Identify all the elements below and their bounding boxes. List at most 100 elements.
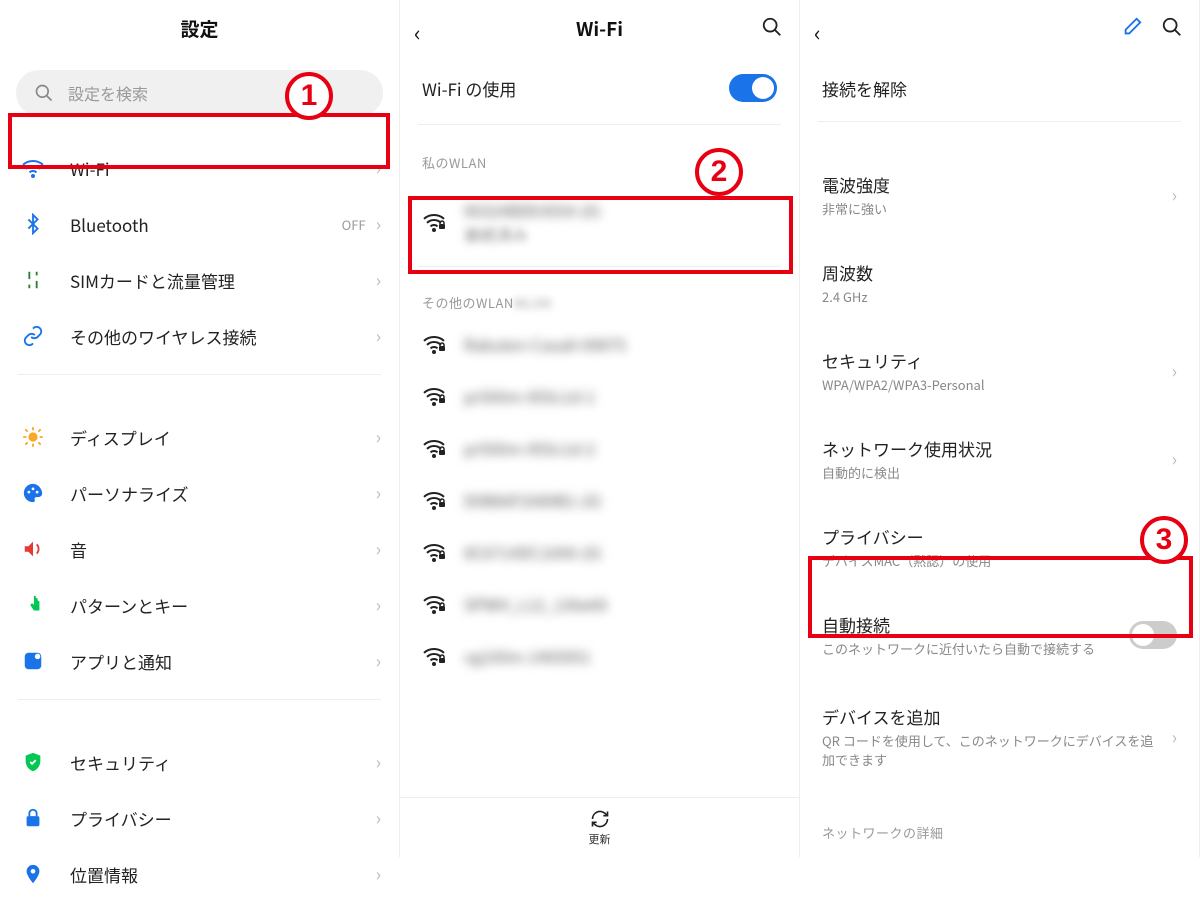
location-icon [18, 863, 48, 885]
chevron-right-icon: › [1172, 446, 1177, 472]
other-network-row[interactable]: pr500m-955c1d-1 [400, 370, 799, 422]
other-network-row[interactable]: vg100m-1465951 [400, 630, 799, 682]
wifi-lock-icon [422, 384, 448, 408]
row-label: パーソナライズ [70, 481, 376, 506]
other-network-ssid: 8C6714DC10A9-2G [464, 540, 777, 564]
row-wifi[interactable]: Wi-Fi › [0, 140, 399, 196]
add-device-row[interactable]: デバイスを追加 QR コードを使用して、このネットワークにデバイスを追加できます… [800, 690, 1199, 783]
row-bluetooth[interactable]: Bluetooth OFF › [0, 196, 399, 252]
row-personalize[interactable]: パーソナライズ › [0, 465, 399, 521]
other-network-row[interactable]: pr500m-955c1d-2 [400, 422, 799, 474]
detail-header: ‹ [800, 0, 1199, 56]
row-pattern-key[interactable]: パターンとキー › [0, 577, 399, 633]
signal-row[interactable]: 電波強度 非常に強い › [800, 158, 1199, 232]
autoconnect-desc: このネットワークに近付いたら自動で接続する [822, 639, 1117, 658]
settings-title: 設定 [180, 15, 218, 42]
lock-icon [18, 807, 48, 829]
use-wifi-label: Wi-Fi の使用 [422, 76, 516, 101]
settings-search-input[interactable] [68, 81, 365, 105]
other-network-ssid: Rakuten-Casa8-09875 [464, 332, 777, 356]
disconnect-label: 接続を解除 [822, 76, 907, 101]
wifi-icon [18, 156, 48, 180]
hand-icon [18, 594, 48, 616]
bluetooth-icon [18, 213, 48, 235]
autoconnect-toggle[interactable] [1129, 621, 1177, 649]
row-label: SIMカードと流量管理 [70, 268, 376, 293]
autoconnect-row[interactable]: 自動接続 このネットワークに近付いたら自動で接続する [800, 598, 1199, 672]
refresh-button[interactable]: 更新 [400, 797, 799, 857]
my-network-ssid: 90324BDE4554-2G [464, 198, 777, 222]
use-wifi-toggle[interactable] [729, 74, 777, 102]
freq-row[interactable]: 周波数 2.4 GHz [800, 246, 1199, 320]
chevron-right-icon: › [376, 267, 381, 293]
network-detail-header: ネットワークの詳細 [800, 813, 1199, 848]
separator [418, 266, 781, 267]
other-network-ssid: D0B66F2089B1-2G [464, 488, 777, 512]
row-security[interactable]: セキュリティ › [0, 734, 399, 790]
use-wifi-row[interactable]: Wi-Fi の使用 [400, 56, 799, 124]
back-icon[interactable]: ‹ [814, 16, 821, 48]
row-other-wireless[interactable]: その他のワイヤレス接続 › [0, 308, 399, 364]
row-apps-notify[interactable]: アプリと通知 › [0, 633, 399, 689]
other-network-row[interactable]: Rakuten-Casa8-09875 [400, 318, 799, 370]
chevron-right-icon: › [376, 648, 381, 674]
settings-header: 設定 [0, 0, 399, 56]
edit-icon[interactable] [1121, 16, 1143, 38]
chevron-right-icon: › [376, 424, 381, 450]
back-icon[interactable]: ‹ [414, 16, 421, 48]
signal-value: 非常に強い [822, 199, 1172, 218]
row-label: 位置情報 [70, 862, 376, 887]
chevron-right-icon: › [376, 592, 381, 618]
shield-icon [18, 751, 48, 773]
separator [18, 374, 381, 375]
refresh-label: 更新 [589, 831, 611, 847]
chevron-right-icon: › [376, 536, 381, 562]
settings-search-box[interactable] [16, 70, 383, 116]
chevron-right-icon: › [376, 323, 381, 349]
row-location[interactable]: 位置情報 › [0, 846, 399, 902]
row-label: Bluetooth [70, 212, 342, 237]
row-label: アプリと通知 [70, 649, 376, 674]
add-device-title: デバイスを追加 [822, 704, 1160, 729]
privacy-row[interactable]: プライバシー デバイスMAC（黙認）の使用 › [800, 510, 1199, 584]
chevron-right-icon: › [1172, 534, 1177, 560]
search-icon[interactable] [761, 16, 783, 38]
apps-icon [18, 650, 48, 672]
sim-icon [18, 269, 48, 291]
separator [18, 699, 381, 700]
chevron-right-icon: › [376, 861, 381, 887]
settings-panel: 設定 Wi-Fi › Bluetooth OFF › SIMカードと流量管理 ›… [0, 0, 400, 857]
row-display[interactable]: ディスプレイ › [0, 409, 399, 465]
row-label: その他のワイヤレス接続 [70, 324, 376, 349]
add-device-desc: QR コードを使用して、このネットワークにデバイスを追加できます [822, 731, 1160, 769]
row-privacy[interactable]: プライバシー › [0, 790, 399, 846]
row-label: 音 [70, 537, 376, 562]
usage-row[interactable]: ネットワーク使用状況 自動的に検出 › [800, 422, 1199, 496]
autoconnect-title: 自動接続 [822, 612, 1117, 637]
chevron-right-icon: › [376, 805, 381, 831]
other-network-row[interactable]: D0B66F2089B1-2G [400, 474, 799, 526]
wifi-lock-icon [422, 488, 448, 512]
my-network-row[interactable]: 90324BDE4554-2G 接続済み [400, 178, 799, 266]
network-detail-panel: ‹ 接続を解除 電波強度 非常に強い › 周波数 2.4 GHz セキュリティ … [800, 0, 1200, 857]
my-network-status: 接続済み [464, 222, 777, 246]
security-row[interactable]: セキュリティ WPA/WPA2/WPA3-Personal › [800, 334, 1199, 408]
row-sound[interactable]: 音 › [0, 521, 399, 577]
chevron-right-icon: › [376, 211, 381, 237]
row-sim[interactable]: SIMカードと流量管理 › [0, 252, 399, 308]
sound-icon [18, 538, 48, 560]
other-network-row[interactable]: 8C6714DC10A9-2G [400, 526, 799, 578]
chevron-right-icon: › [376, 480, 381, 506]
search-icon[interactable] [1161, 16, 1183, 38]
other-wlan-header-text: その他のWLAN [422, 293, 514, 312]
chevron-right-icon: › [376, 155, 381, 181]
chevron-right-icon: › [376, 749, 381, 775]
search-icon [34, 83, 54, 103]
other-network-row[interactable]: SPWH_L12_130e69 [400, 578, 799, 630]
chevron-right-icon: › [1172, 182, 1177, 208]
security-value: WPA/WPA2/WPA3-Personal [822, 375, 1172, 394]
privacy-title: プライバシー [822, 524, 1172, 549]
my-wlan-header: 私のWLAN [400, 143, 799, 178]
chevron-right-icon: › [1172, 724, 1177, 750]
disconnect-row[interactable]: 接続を解除 [800, 56, 1199, 121]
